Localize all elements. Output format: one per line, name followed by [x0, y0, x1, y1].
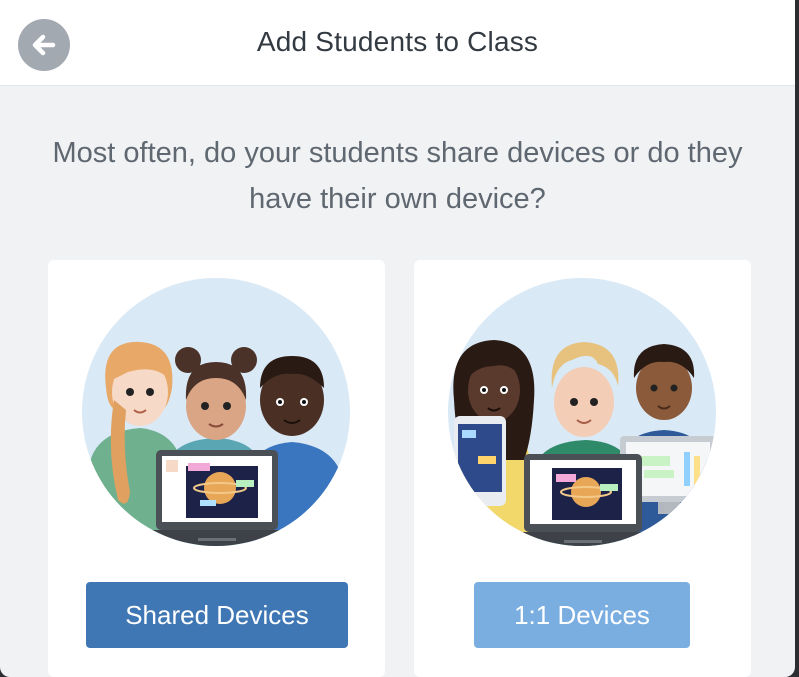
header-bar: Add Students to Class [0, 0, 795, 86]
shared-devices-illustration [82, 278, 350, 546]
shared-devices-button[interactable]: Shared Devices [86, 582, 348, 648]
one-to-one-devices-card[interactable]: 1:1 Devices [414, 260, 751, 677]
question-text: Most often, do your students share devic… [52, 137, 743, 215]
one-to-one-devices-button[interactable]: 1:1 Devices [474, 582, 690, 648]
one-to-one-devices-illustration [448, 278, 716, 546]
page-title: Add Students to Class [256, 26, 539, 57]
app-window: Add Students to Class Most often, do you… [0, 0, 795, 677]
shared-devices-card[interactable]: Shared Devices [48, 260, 385, 677]
